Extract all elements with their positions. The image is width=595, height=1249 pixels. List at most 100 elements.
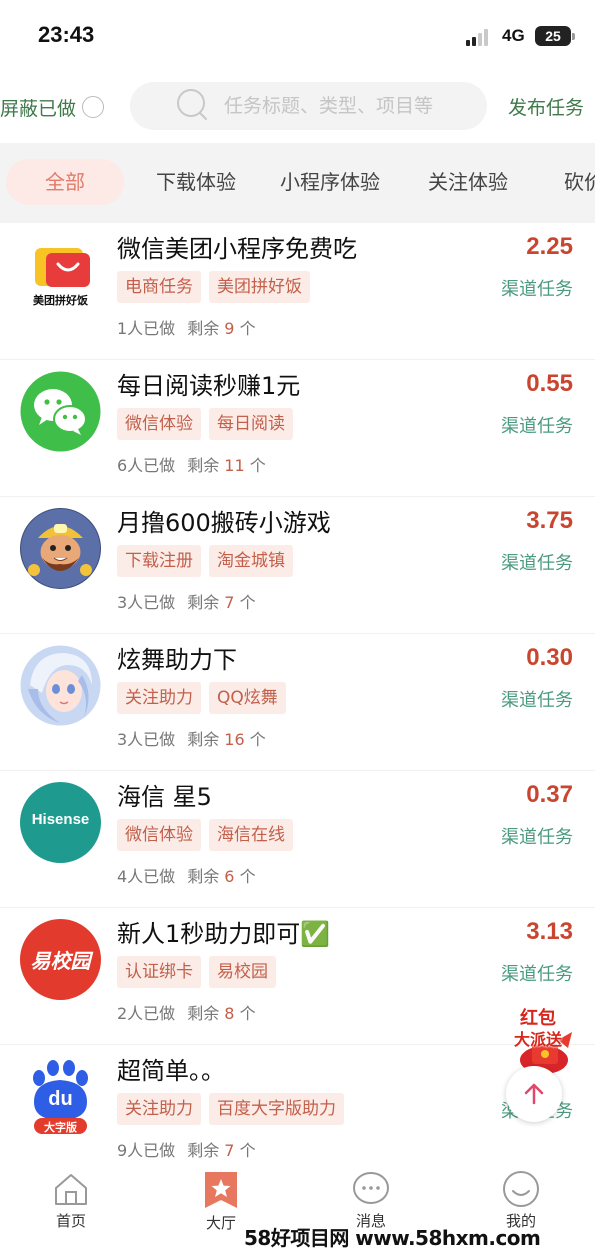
task-item[interactable]: 月撸600搬砖小游戏 下载注册 淘金城镇 3人已做 剩余 7 个 3.75 渠道任… bbox=[0, 497, 595, 634]
task-tags: 电商任务 美团拼好饭 bbox=[117, 271, 310, 303]
task-counts: 4人已做 剩余 6 个 bbox=[117, 863, 256, 887]
task-tags: 下载注册 淘金城镇 bbox=[117, 545, 293, 577]
remain-label: 剩余 bbox=[187, 319, 220, 338]
remain-count: 8 bbox=[224, 1004, 235, 1023]
remain-count: 11 bbox=[224, 456, 245, 475]
task-tag: 美团拼好饭 bbox=[209, 271, 310, 303]
search-bar[interactable] bbox=[130, 82, 487, 130]
task-tag: QQ炫舞 bbox=[209, 682, 286, 714]
done-count: 4人已做 bbox=[117, 867, 176, 886]
publish-task-button[interactable]: 发布任务 bbox=[508, 93, 584, 120]
done-count: 6人已做 bbox=[117, 456, 176, 475]
task-price: 3.75 bbox=[526, 507, 573, 534]
task-channel: 渠道任务 bbox=[501, 553, 573, 574]
done-count: 2人已做 bbox=[117, 1004, 176, 1023]
task-counts: 3人已做 剩余 16 个 bbox=[117, 726, 266, 750]
remain-count: 7 bbox=[224, 1141, 235, 1160]
task-item[interactable]: Hisense 海信 星5 微信体验 海信在线 4人已做 剩余 6 个 0.37 … bbox=[0, 771, 595, 908]
tab-all[interactable]: 全部 bbox=[6, 159, 124, 205]
remain-count: 16 bbox=[224, 730, 245, 749]
remain-count: 9 bbox=[224, 319, 235, 338]
remain-label: 剩余 bbox=[187, 1004, 220, 1023]
battery-level: 25 bbox=[545, 28, 561, 44]
meituan-icon-text: 美团拼好饭 bbox=[33, 294, 88, 307]
status-time: 23:43 bbox=[38, 22, 95, 47]
task-item[interactable]: 美团拼好饭 微信美团小程序免费吃 电商任务 美团拼好饭 1人已做 剩余 9 个 2… bbox=[0, 223, 595, 360]
task-title: 新人1秒助力即可✅ bbox=[117, 920, 331, 948]
task-price: 2.25 bbox=[526, 233, 573, 260]
search-input[interactable] bbox=[224, 95, 474, 117]
hide-done-radio[interactable] bbox=[82, 96, 105, 118]
task-price: 0.37 bbox=[526, 781, 573, 808]
done-count: 3人已做 bbox=[117, 730, 176, 749]
task-channel: 渠道任务 bbox=[501, 279, 573, 300]
task-channel: 渠道任务 bbox=[501, 964, 573, 985]
remain-count: 6 bbox=[224, 867, 235, 886]
remain-label: 剩余 bbox=[187, 1141, 220, 1160]
remain-count: 7 bbox=[224, 593, 235, 612]
hide-done-toggle[interactable]: 屏蔽已做 bbox=[0, 92, 105, 122]
hide-done-label: 屏蔽已做 bbox=[0, 97, 77, 120]
remain-label: 剩余 bbox=[187, 730, 220, 749]
red-packet-promo[interactable]: 红包 大派送 bbox=[508, 1000, 578, 1078]
task-tags: 认证绑卡 易校园 bbox=[117, 956, 276, 988]
task-tag: 微信体验 bbox=[117, 819, 201, 851]
remain-unit: 个 bbox=[239, 867, 256, 886]
profile-smile-icon bbox=[503, 1171, 539, 1207]
remain-unit: 个 bbox=[239, 1141, 256, 1160]
task-counts: 6人已做 剩余 11 个 bbox=[117, 452, 266, 476]
done-count: 9人已做 bbox=[117, 1141, 176, 1160]
task-tags: 微信体验 海信在线 bbox=[117, 819, 293, 851]
task-counts: 9人已做 剩余 7 个 bbox=[117, 1137, 256, 1161]
task-tag: 易校园 bbox=[209, 956, 276, 988]
task-tags: 关注助力 QQ炫舞 bbox=[117, 682, 286, 714]
tab-download[interactable]: 下载体验 bbox=[156, 159, 236, 205]
baidu-icon-text: du bbox=[48, 1088, 73, 1110]
task-counts: 3人已做 剩余 7 个 bbox=[117, 589, 256, 613]
done-count: 1人已做 bbox=[117, 319, 176, 338]
task-channel: 渠道任务 bbox=[501, 416, 573, 437]
search-icon bbox=[174, 86, 214, 126]
baidu-big-font-icon: du 大字版 bbox=[20, 1056, 101, 1137]
remain-label: 剩余 bbox=[187, 456, 220, 475]
task-tag: 认证绑卡 bbox=[117, 956, 201, 988]
star-bookmark-icon bbox=[205, 1172, 237, 1208]
yixiaoyuan-icon: 易校园 bbox=[20, 919, 101, 1000]
task-list: 美团拼好饭 微信美团小程序免费吃 电商任务 美团拼好饭 1人已做 剩余 9 个 2… bbox=[0, 223, 595, 1182]
task-tag: 微信体验 bbox=[117, 408, 201, 440]
nav-home[interactable]: 首页 bbox=[21, 1170, 121, 1231]
scroll-to-top-button[interactable] bbox=[506, 1066, 562, 1122]
task-tag: 关注助力 bbox=[117, 682, 201, 714]
task-price: 3.13 bbox=[526, 918, 573, 945]
task-tag: 淘金城镇 bbox=[209, 545, 293, 577]
task-tag: 海信在线 bbox=[209, 819, 293, 851]
wechat-icon bbox=[20, 371, 101, 452]
remain-unit: 个 bbox=[239, 1004, 256, 1023]
task-title: 每日阅读秒赚1元 bbox=[117, 372, 301, 400]
nav-home-label: 首页 bbox=[55, 1212, 86, 1230]
task-counts: 2人已做 剩余 8 个 bbox=[117, 1000, 256, 1024]
task-item[interactable]: 易校园 新人1秒助力即可✅ 认证绑卡 易校园 2人已做 剩余 8 个 3.13 渠… bbox=[0, 908, 595, 1045]
task-tag: 下载注册 bbox=[117, 545, 201, 577]
tab-bargain[interactable]: 砍价 bbox=[564, 159, 595, 205]
hisense-icon-text: Hisense bbox=[31, 811, 90, 828]
done-count: 3人已做 bbox=[117, 593, 176, 612]
site-watermark: 58好项目网 www.58hxm.com bbox=[244, 1226, 541, 1249]
gold-miner-game-icon bbox=[20, 508, 101, 589]
tab-follow[interactable]: 关注体验 bbox=[428, 159, 508, 205]
hisense-icon: Hisense bbox=[20, 782, 101, 863]
task-tag: 每日阅读 bbox=[209, 408, 293, 440]
task-title: 超简单。。 bbox=[117, 1057, 225, 1085]
remain-unit: 个 bbox=[239, 319, 256, 338]
task-price: 0.55 bbox=[526, 370, 573, 397]
red-packet-line2: 大派送 bbox=[514, 1030, 563, 1049]
task-item[interactable]: 每日阅读秒赚1元 微信体验 每日阅读 6人已做 剩余 11 个 0.55 渠道任务 bbox=[0, 360, 595, 497]
task-title: 海信 星5 bbox=[117, 783, 212, 811]
tab-mini-program[interactable]: 小程序体验 bbox=[280, 159, 380, 205]
network-type: 4G bbox=[502, 26, 525, 45]
task-title: 炫舞助力下 bbox=[117, 646, 237, 674]
task-item[interactable]: 炫舞助力下 关注助力 QQ炫舞 3人已做 剩余 16 个 0.30 渠道任务 bbox=[0, 634, 595, 771]
signal-strength-icon bbox=[466, 28, 494, 46]
task-channel: 渠道任务 bbox=[501, 690, 573, 711]
battery-icon: 25 bbox=[535, 26, 575, 46]
